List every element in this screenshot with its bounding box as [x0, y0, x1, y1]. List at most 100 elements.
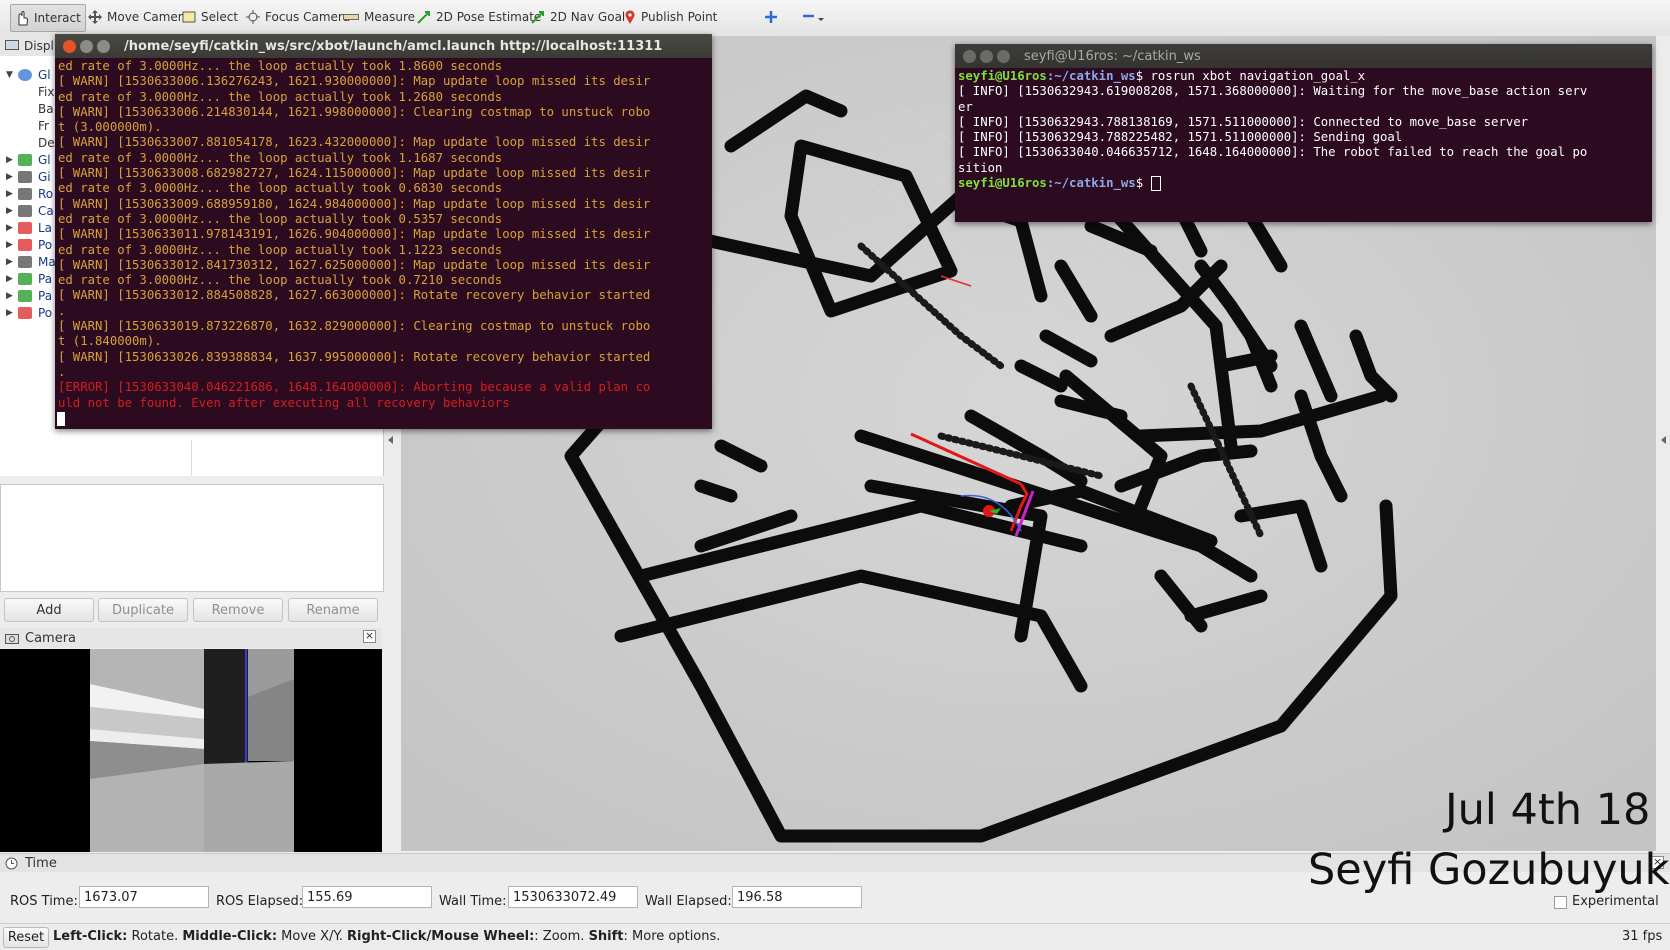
- nav-goal-icon: [531, 11, 544, 24]
- pose-icon: [18, 306, 32, 319]
- ros-time-field[interactable]: 1673.07: [79, 886, 209, 908]
- right-splitter[interactable]: [1656, 36, 1670, 851]
- hand-icon: [18, 10, 29, 25]
- expand-right-icon[interactable]: ▶: [6, 172, 18, 182]
- log-warn-line: ed rate of 3.0000Hz... the loop actually…: [58, 242, 503, 257]
- terminal-navigation-goal[interactable]: seyfi@U16ros: ~/catkin_ws seyfi@U16ros:~…: [955, 44, 1652, 222]
- pose-arrow-icon: [417, 11, 430, 24]
- wall-elapsed-field[interactable]: 196.58: [732, 886, 862, 908]
- expand-right-icon[interactable]: ▶: [6, 257, 18, 267]
- close-window-icon[interactable]: [63, 39, 76, 53]
- display-item[interactable]: ▶ Ro: [6, 185, 53, 202]
- tool-label: Select: [201, 10, 239, 24]
- interact-tool-button[interactable]: Interact: [10, 4, 86, 32]
- close-window-icon[interactable]: [963, 49, 976, 63]
- remove-tool-menu[interactable]: [798, 4, 830, 30]
- nav-goal-tool-button[interactable]: 2D Nav Goal: [527, 4, 629, 30]
- log-warn-line: ed rate of 3.0000Hz... the loop actually…: [58, 150, 503, 165]
- minimize-window-icon[interactable]: [80, 39, 93, 53]
- add-tool-button[interactable]: [760, 4, 782, 30]
- pose-icon: [18, 238, 32, 251]
- expand-right-icon[interactable]: ▶: [6, 308, 18, 318]
- camera-icon: [5, 634, 19, 644]
- command-text: $ rosrun xbot navigation_goal_x: [1135, 69, 1366, 83]
- display-item[interactable]: ▶ Po: [6, 304, 52, 321]
- display-item-label: La: [38, 220, 53, 235]
- display-item[interactable]: Ba: [38, 100, 54, 117]
- ros-elapsed-field[interactable]: 155.69: [302, 886, 432, 908]
- terminal-cursor: [57, 412, 65, 426]
- log-warn-line: [ WARN] [1530633011.978143191, 1626.9040…: [58, 227, 651, 242]
- reset-button[interactable]: Reset: [3, 927, 49, 948]
- display-item-label: Ca: [38, 203, 54, 218]
- expand-down-icon[interactable]: ▼: [6, 70, 18, 80]
- prompt-symbol: $: [1135, 176, 1151, 191]
- display-description-box: [0, 484, 384, 592]
- terminal-output: ed rate of 3.0000Hz... the loop actually…: [58, 59, 650, 411]
- display-item[interactable]: ▼ Gl: [6, 66, 51, 83]
- terminal-amcl-launch[interactable]: /home/seyfi/catkin_ws/src/xbot/launch/am…: [55, 34, 712, 429]
- expand-right-icon[interactable]: ▶: [6, 240, 18, 250]
- plus-icon: [765, 11, 777, 23]
- display-item[interactable]: ▶ Pa: [6, 270, 52, 287]
- display-item[interactable]: ▶ Gi: [6, 168, 51, 185]
- maximize-window-icon[interactable]: [997, 49, 1010, 63]
- wall-elapsed-label: Wall Elapsed:: [645, 894, 732, 909]
- select-tool-button[interactable]: Select: [178, 4, 242, 30]
- log-warn-line: ed rate of 3.0000Hz... the loop actually…: [58, 59, 503, 73]
- add-display-button[interactable]: Add: [4, 598, 94, 622]
- maximize-window-icon[interactable]: [97, 39, 110, 53]
- path-icon: [18, 289, 32, 302]
- log-info-line: [ INFO] [1530633040.046635712, 1648.1640…: [958, 145, 1588, 160]
- measure-tool-button[interactable]: Measure: [339, 4, 419, 30]
- pose-estimate-tool-button[interactable]: 2D Pose Estimate: [413, 4, 545, 30]
- expand-right-icon[interactable]: ▶: [6, 206, 18, 216]
- ruler-icon: [343, 14, 359, 20]
- expand-right-icon[interactable]: ▶: [6, 274, 18, 284]
- display-item[interactable]: ▶ Po: [6, 236, 52, 253]
- display-item[interactable]: ▶ Gl: [6, 151, 51, 168]
- publish-point-tool-button[interactable]: Publish Point: [620, 4, 721, 30]
- expand-right-icon[interactable]: ▶: [6, 155, 18, 165]
- prompt-path: :~/catkin_ws: [1046, 69, 1136, 83]
- remove-display-button[interactable]: Remove: [193, 598, 283, 622]
- display-item[interactable]: Fr: [38, 117, 49, 134]
- expand-right-icon[interactable]: ▶: [6, 291, 18, 301]
- display-item-label: Fix: [38, 84, 55, 99]
- collapse-left-icon[interactable]: [388, 436, 393, 444]
- display-item-label: Gl: [38, 152, 51, 167]
- wall-time-field[interactable]: 1530633072.49: [508, 886, 638, 908]
- camera-panel: Camera ×: [0, 628, 383, 852]
- focus-camera-icon: [246, 10, 260, 24]
- duplicate-display-button[interactable]: Duplicate: [98, 598, 188, 622]
- camera-panel-title: Camera ×: [0, 628, 382, 648]
- log-info-line: sition: [958, 160, 1003, 175]
- log-warn-line: t (3.000000m).: [58, 120, 162, 135]
- focus-camera-tool-button[interactable]: Focus Camera: [242, 4, 354, 30]
- display-item-label: De: [38, 135, 55, 150]
- terminal-titlebar: /home/seyfi/catkin_ws/src/xbot/launch/am…: [55, 34, 712, 58]
- collapse-right-icon[interactable]: [1661, 436, 1666, 444]
- close-panel-icon[interactable]: ×: [363, 630, 376, 643]
- display-item[interactable]: ▶ Pa: [6, 287, 52, 304]
- log-warn-line: [ WARN] [1530633007.881054178, 1623.4320…: [58, 135, 651, 150]
- log-warn-line: ed rate of 3.0000Hz... the loop actually…: [58, 181, 503, 196]
- display-item[interactable]: ▶ Ma: [6, 253, 56, 270]
- pin-icon: [625, 9, 635, 24]
- expand-right-icon[interactable]: ▶: [6, 189, 18, 199]
- minimize-window-icon[interactable]: [980, 49, 993, 63]
- display-item-label: Pa: [38, 288, 53, 303]
- log-warn-line: [ WARN] [1530633026.839388834, 1637.9950…: [58, 349, 651, 364]
- experimental-checkbox[interactable]: [1554, 896, 1567, 909]
- log-warn-line: [ WARN] [1530633006.214830144, 1621.9980…: [58, 104, 651, 119]
- display-item-label: Gi: [38, 169, 51, 184]
- display-item[interactable]: ▶ La: [6, 219, 52, 236]
- display-item-label: Ro: [38, 186, 54, 201]
- terminal-output: seyfi@U16ros:~/catkin_ws$ rosrun xbot na…: [958, 69, 1588, 192]
- display-item[interactable]: Fix: [38, 83, 54, 100]
- log-warn-line: [ WARN] [1530633008.682982727, 1624.1150…: [58, 166, 651, 181]
- display-item[interactable]: De: [38, 134, 55, 151]
- rename-display-button[interactable]: Rename: [288, 598, 378, 622]
- expand-right-icon[interactable]: ▶: [6, 223, 18, 233]
- display-item[interactable]: ▶ Ca: [6, 202, 54, 219]
